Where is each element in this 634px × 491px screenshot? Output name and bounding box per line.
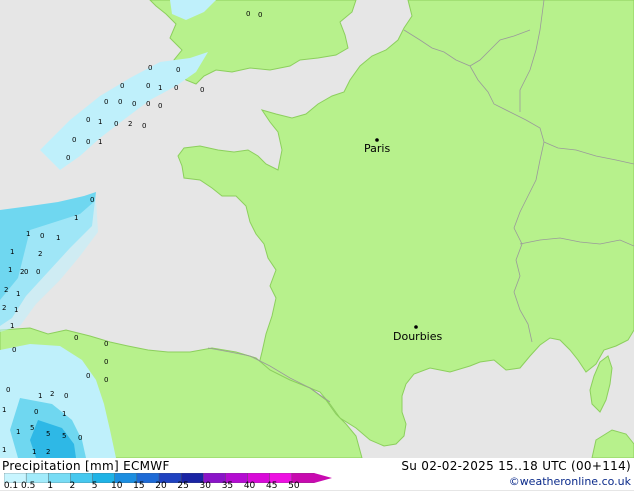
precip-value: 0 [12, 346, 16, 354]
precip-value: 0 [158, 102, 162, 110]
map-footer: Precipitation [mm] ECMWF Su 02-02-2025 1… [0, 458, 634, 491]
precip-value: 1 [2, 446, 6, 454]
precip-value: 0 [142, 122, 146, 130]
precip-value: 0 [120, 82, 124, 90]
precip-value: 2 [50, 390, 54, 398]
precipitation-map: 0 0 0 0 1 0 0 0 0 0 0 0 0 1 0 2 0 0 0 1 … [0, 0, 634, 458]
map-title: Precipitation [mm] ECMWF [2, 459, 170, 473]
site-credit-link[interactable]: ©weatheronline.co.uk [509, 475, 631, 488]
precip-value: 1 [74, 214, 78, 222]
precip-value: 0 [24, 268, 28, 276]
precip-value: 1 [158, 84, 162, 92]
precip-value: 2 [4, 286, 8, 294]
precip-value: 1 [98, 118, 102, 126]
precip-value: 0 [86, 116, 90, 124]
precip-value: 2 [46, 448, 50, 456]
legend-labels: 0.1 0.5 1 2 5 10 15 20 25 30 35 40 45 50 [0, 482, 340, 491]
precip-value: 0 [72, 136, 76, 144]
precip-value: 1 [62, 410, 66, 418]
precip-value: 1 [56, 234, 60, 242]
precip-value: 1 [10, 248, 14, 256]
precip-value: 0 [148, 64, 152, 72]
precip-value: 0 [246, 10, 250, 18]
precip-value: 0 [104, 340, 108, 348]
precip-value: 0 [78, 434, 82, 442]
precip-value: 2 [128, 120, 132, 128]
precip-value: 0 [200, 86, 204, 94]
city-marker [414, 325, 418, 329]
precip-value: 0 [40, 232, 44, 240]
precip-value: 5 [46, 430, 50, 438]
precip-value: 0 [64, 392, 68, 400]
precip-value: 0 [114, 120, 118, 128]
precip-value: 0 [146, 100, 150, 108]
weather-map-screen: 0 0 0 0 1 0 0 0 0 0 0 0 0 1 0 2 0 0 0 1 … [0, 0, 634, 491]
precip-value: 2 [20, 268, 24, 276]
precip-value: 1 [10, 322, 14, 330]
precip-value: 1 [8, 266, 12, 274]
precip-value: 0 [74, 334, 78, 342]
valid-time: Su 02-02-2025 15..18 UTC (00+114) [401, 459, 631, 473]
precip-value: 0 [66, 154, 70, 162]
precip-value: 1 [32, 448, 36, 456]
precip-value: 2 [2, 304, 6, 312]
precip-value: 1 [16, 428, 20, 436]
precip-value: 0 [176, 66, 180, 74]
precip-value: 0 [258, 11, 262, 19]
precip-value: 0 [6, 386, 10, 394]
precip-value: 0 [104, 358, 108, 366]
precip-value: 0 [104, 376, 108, 384]
precip-value: 1 [14, 306, 18, 314]
precip-value: 1 [38, 392, 42, 400]
precip-value: 0 [86, 372, 90, 380]
precip-value: 0 [132, 100, 136, 108]
city-label: Dourbies [393, 330, 443, 343]
precip-value: 0 [86, 138, 90, 146]
precip-value: 0 [90, 196, 94, 204]
city-label: Paris [364, 142, 390, 155]
precip-value: 0 [34, 408, 38, 416]
precip-value: 0 [36, 268, 40, 276]
precip-value: 1 [16, 290, 20, 298]
precip-value: 5 [62, 432, 66, 440]
precip-value: 0 [118, 98, 122, 106]
precip-value: 0 [146, 82, 150, 90]
precip-value: 5 [30, 424, 34, 432]
precip-value: 0 [174, 84, 178, 92]
precip-value: 0 [104, 98, 108, 106]
precip-value: 1 [98, 138, 102, 146]
precip-value: 1 [26, 230, 30, 238]
precip-value: 1 [2, 406, 6, 414]
precip-value: 2 [38, 250, 42, 258]
